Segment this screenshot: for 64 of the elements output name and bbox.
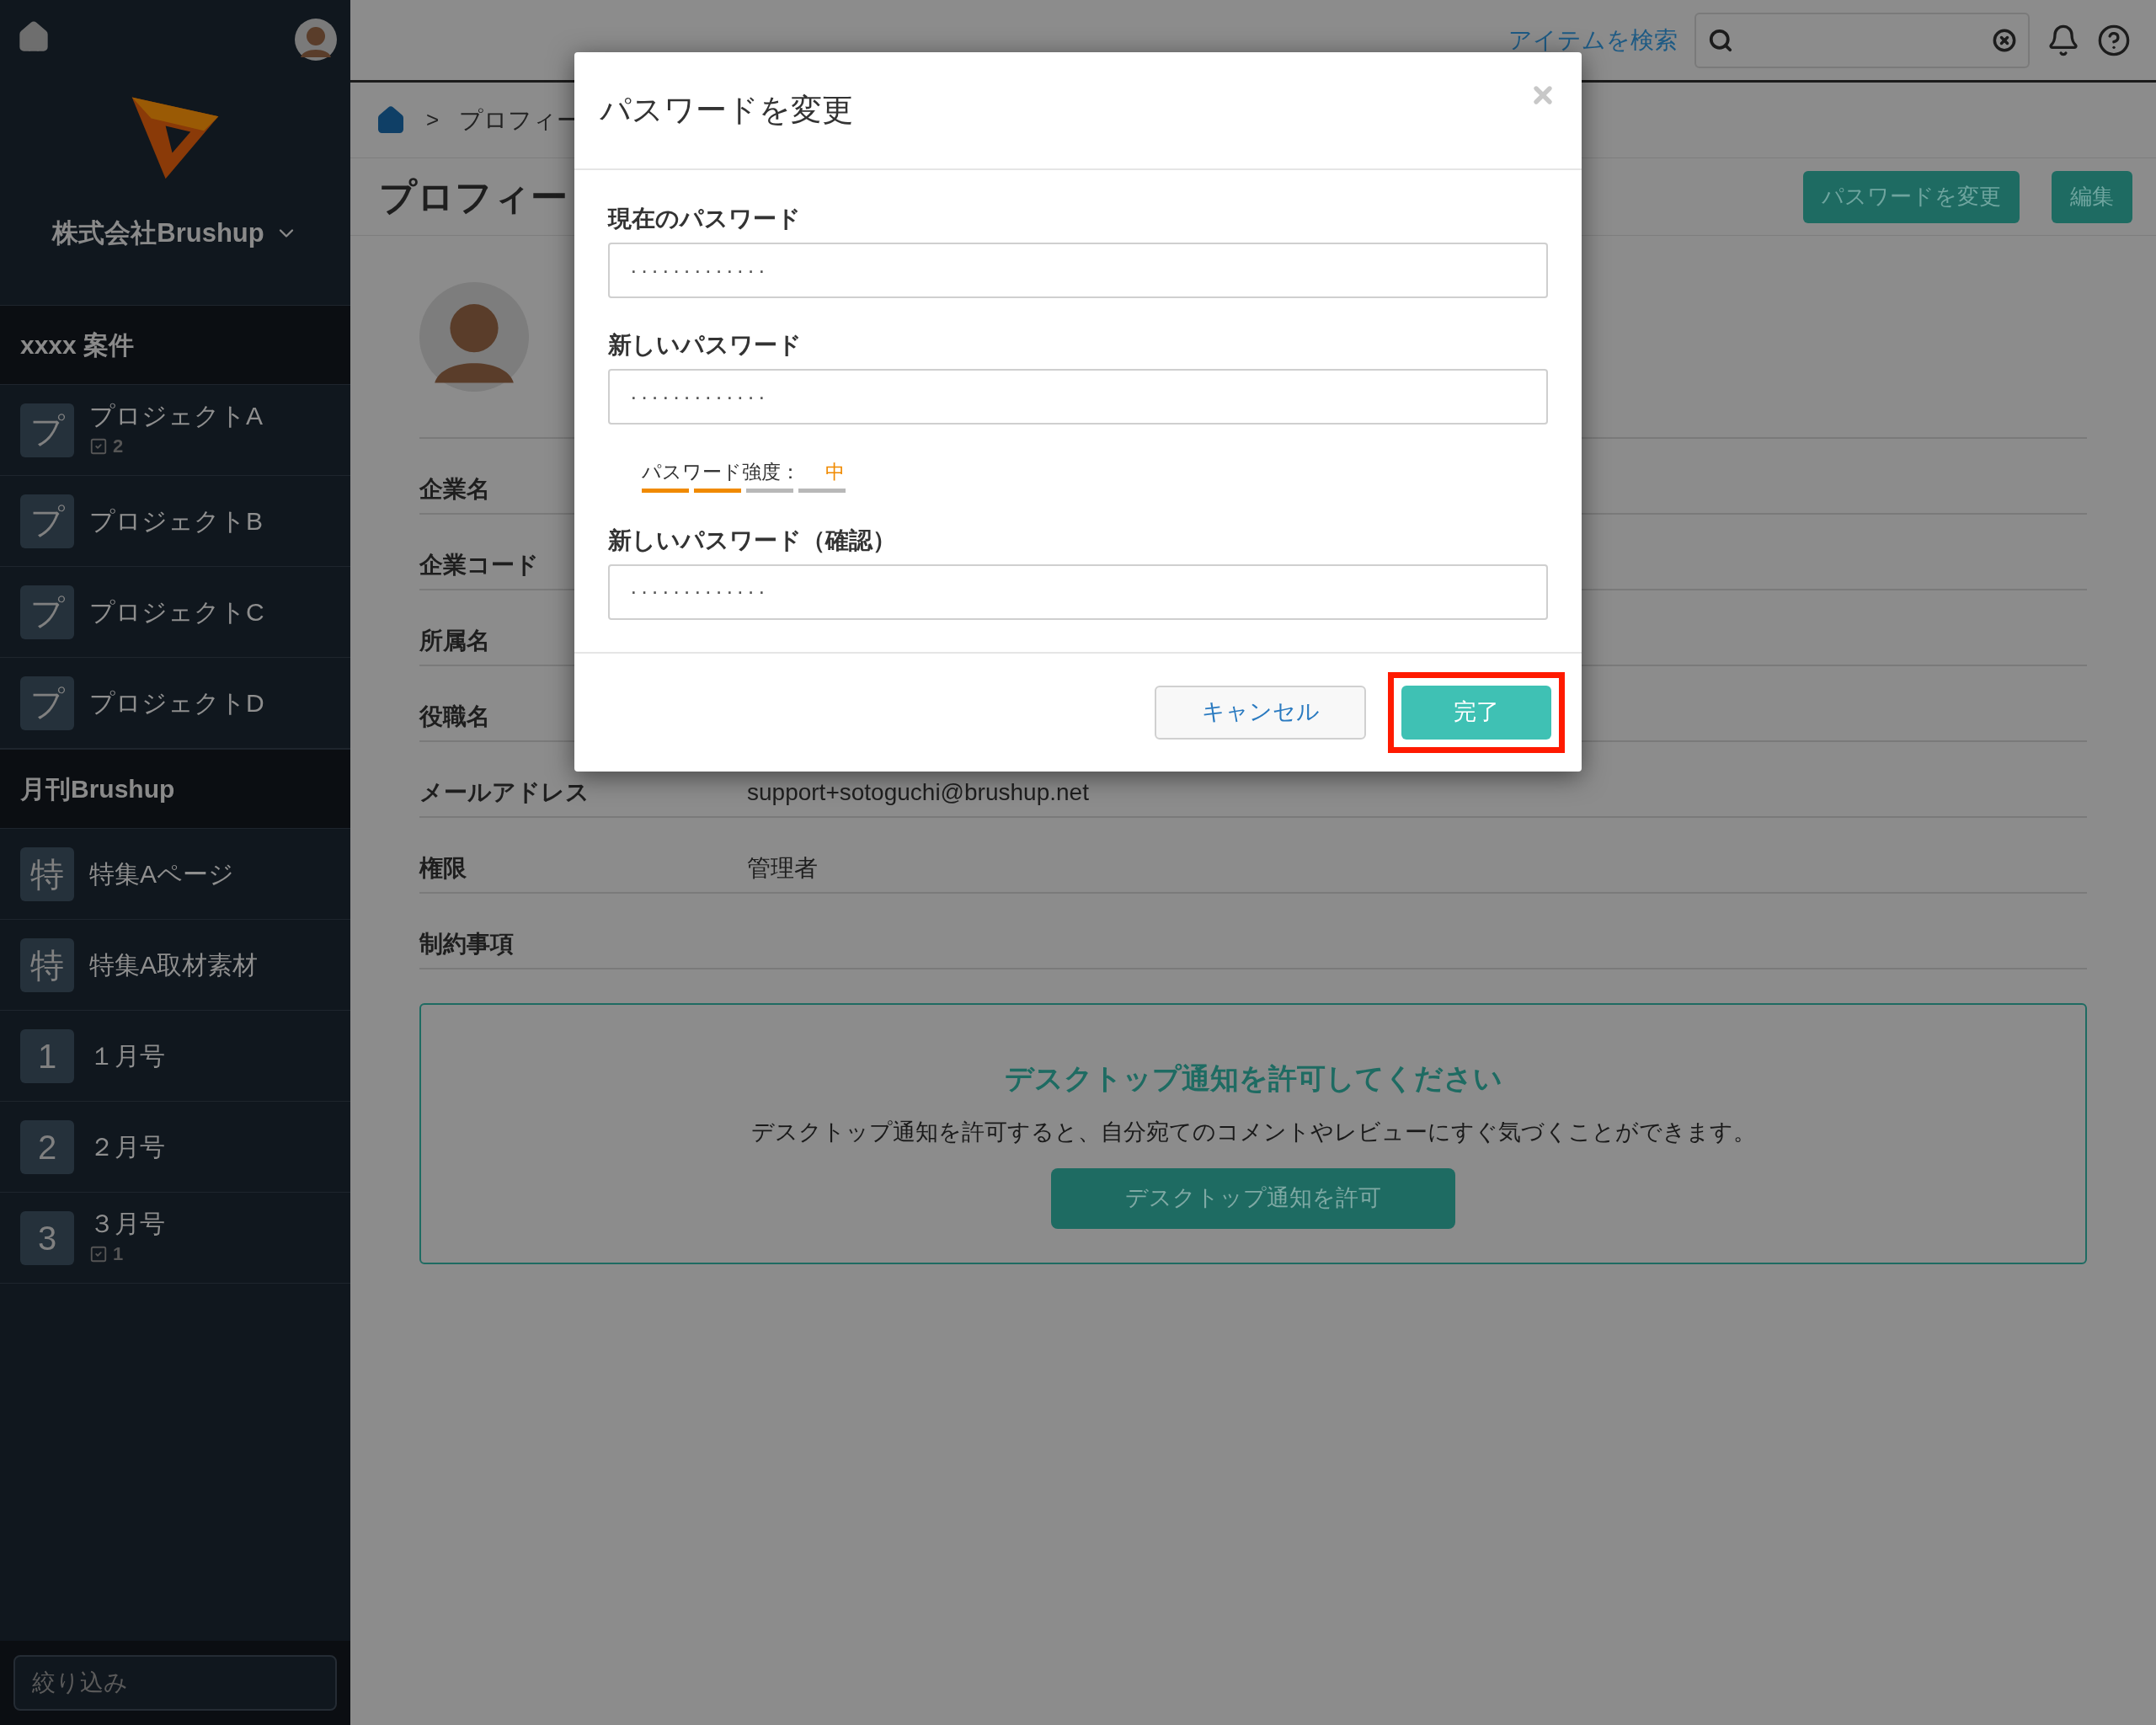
- notification-text: デスクトップ通知を許可すると、自分宛てのコメントやレビューにすぐ気づくことができます。: [750, 1119, 1756, 1146]
- project-initial: 3: [20, 1210, 74, 1265]
- project-item[interactable]: プ プロジェクトB: [0, 476, 350, 567]
- field-value: support+sotoguchi@brushup.net: [747, 779, 1089, 806]
- project-initial: プ: [20, 403, 74, 457]
- field-value: 管理者: [747, 855, 818, 882]
- password-field[interactable]: ·············: [608, 563, 1548, 620]
- project-name: １月号: [89, 1040, 165, 1071]
- project-item[interactable]: 2 ２月号: [0, 1102, 350, 1193]
- notification-title: デスクトップ通知を許可してください: [1004, 1061, 1502, 1096]
- project-initial: プ: [20, 585, 74, 639]
- field-label: 企業コード: [419, 552, 539, 579]
- help-icon[interactable]: [2097, 23, 2131, 57]
- field-label: 役職名: [419, 703, 490, 730]
- project-initial: 特: [20, 846, 74, 901]
- field-label: 企業名: [419, 476, 490, 503]
- page-title: プロフィー: [379, 174, 568, 219]
- home-icon[interactable]: [376, 104, 406, 136]
- search-icon: [1708, 27, 1733, 53]
- project-initial: 1: [20, 1028, 74, 1083]
- project-name: プロジェクトC: [89, 596, 264, 628]
- field-label: 新しいパスワード: [608, 331, 803, 360]
- project-item[interactable]: 1 １月号: [0, 1011, 350, 1102]
- field-label: 新しいパスワード（確認）: [608, 526, 897, 555]
- password-field[interactable]: ·············: [608, 243, 1548, 298]
- check-icon: [89, 1244, 108, 1263]
- breadcrumb-separator: >: [426, 106, 440, 134]
- strength-value: 中: [825, 460, 845, 484]
- project-name: プロジェクトA: [89, 401, 263, 431]
- project-item[interactable]: 特 特集Aページ: [0, 829, 350, 920]
- project-item[interactable]: 3 ３月号 1: [0, 1193, 350, 1284]
- home-icon[interactable]: [17, 20, 51, 54]
- company-selector[interactable]: 株式会社Brushup: [52, 214, 298, 254]
- project-name: プロジェクトB: [89, 505, 263, 537]
- project-name: プロジェクトD: [89, 687, 264, 718]
- project-name: 特集A取材素材: [89, 949, 258, 980]
- project-initial: プ: [20, 676, 74, 730]
- group-header: 月刊Brushup: [0, 749, 350, 829]
- project-item[interactable]: プ プロジェクトC: [0, 567, 350, 658]
- project-name: ２月号: [89, 1131, 165, 1162]
- field-label: 権限: [419, 855, 467, 882]
- filter-field[interactable]: 絞り込み: [13, 1655, 337, 1711]
- clear-icon[interactable]: [1993, 28, 2016, 52]
- project-initial: 2: [20, 1119, 74, 1174]
- group-header: xxxx 案件: [0, 305, 350, 385]
- notification-icon[interactable]: [2047, 23, 2080, 57]
- project-name: ３月号: [89, 1209, 165, 1239]
- project-name: 特集Aページ: [89, 858, 234, 889]
- task-count: 1: [113, 1242, 124, 1266]
- field-label: 制約事項: [419, 931, 514, 958]
- project-initial: 特: [20, 937, 74, 992]
- cancel-button[interactable]: キャンセル: [1155, 685, 1366, 740]
- password-field[interactable]: ·············: [608, 369, 1548, 425]
- dialog-title: パスワードを変更: [600, 92, 853, 130]
- field-label: 現在のパスワード: [608, 205, 802, 233]
- check-icon: [89, 436, 108, 456]
- field-label: メールアドレス: [419, 779, 590, 806]
- project-item[interactable]: 特 特集A取材素材: [0, 920, 350, 1011]
- avatar-icon: [295, 19, 337, 61]
- task-count: 2: [113, 435, 124, 458]
- search-field[interactable]: [1694, 12, 2030, 68]
- project-initial: プ: [20, 494, 74, 548]
- strength-label: パスワード強度：: [642, 460, 800, 484]
- field-label: 所属名: [419, 628, 490, 654]
